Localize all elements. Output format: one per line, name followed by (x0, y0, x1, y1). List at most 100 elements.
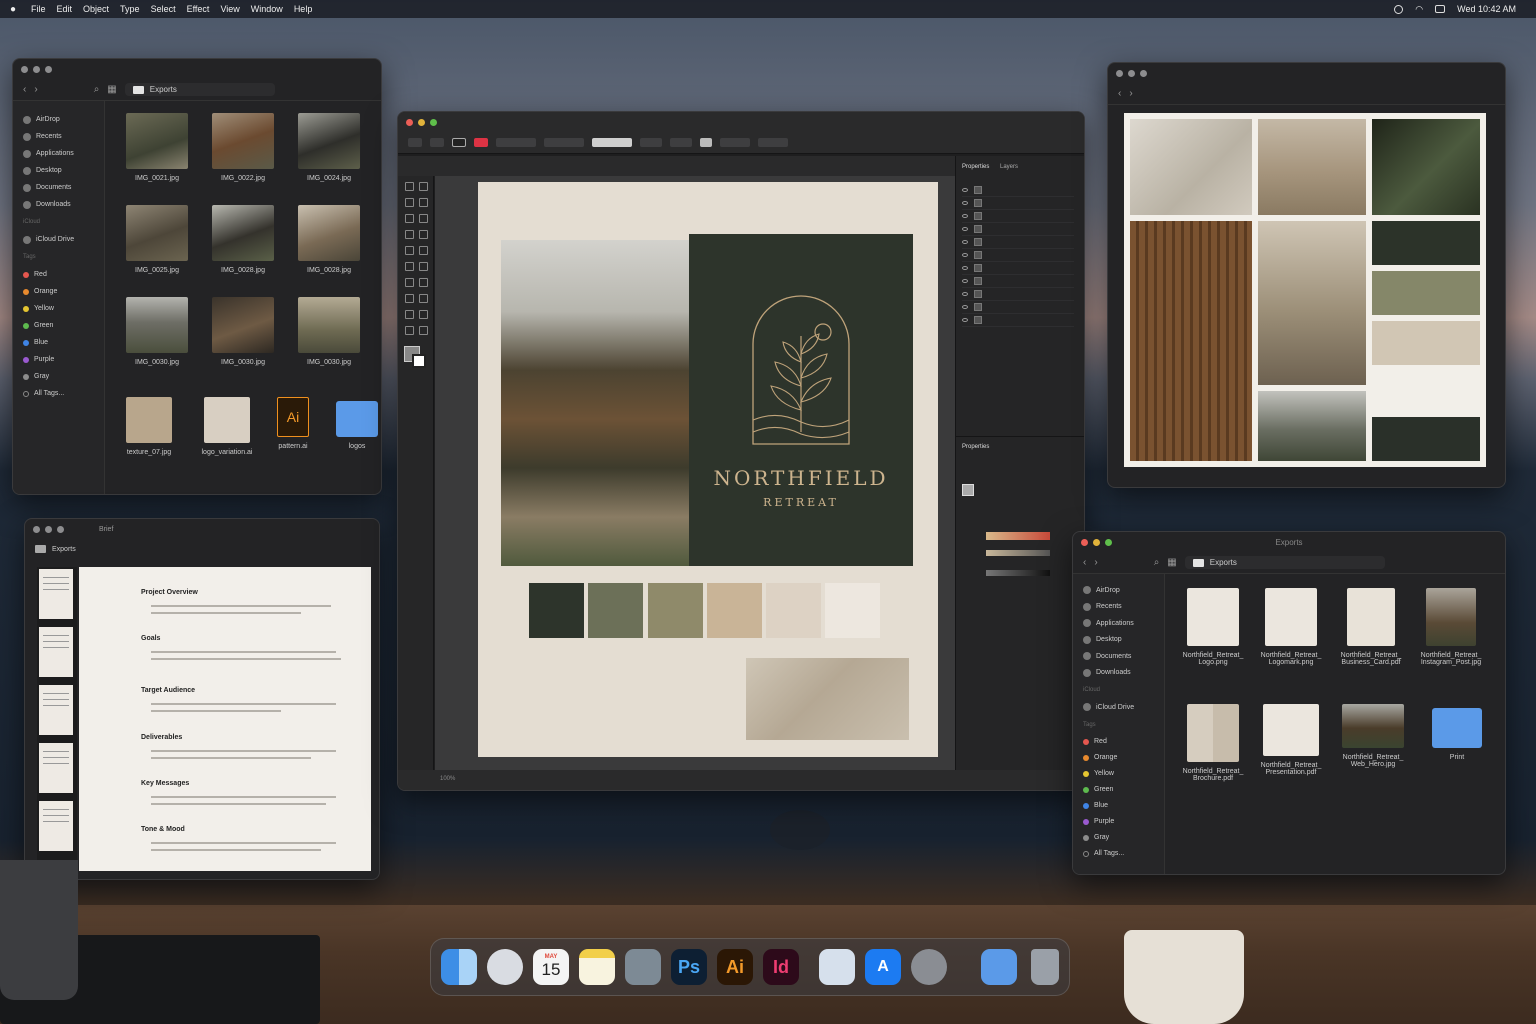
curvature-tool-icon[interactable] (419, 198, 428, 207)
tag-orange[interactable]: Orange (23, 283, 104, 300)
eyedropper-tool-icon[interactable] (419, 294, 428, 303)
pen-tool-icon[interactable] (405, 198, 414, 207)
sidebar-item-recents[interactable]: Recents (1083, 599, 1164, 616)
swatch[interactable] (766, 583, 821, 638)
file-item[interactable]: IMG_0030.jpg (203, 297, 283, 366)
layer-row[interactable] (962, 249, 1074, 262)
close-button[interactable] (1116, 69, 1123, 77)
file-item[interactable]: Northfield_Retreat_ Logomark.png (1251, 588, 1331, 666)
control-field[interactable] (720, 138, 750, 147)
line-tool-icon[interactable] (419, 214, 428, 223)
hand-tool-icon[interactable] (419, 326, 428, 335)
tag-red[interactable]: Red (23, 266, 104, 283)
tag-purple[interactable]: Purple (1083, 814, 1164, 830)
notes-dock-icon[interactable] (579, 949, 615, 985)
monstera-leaf-photo[interactable] (1372, 119, 1480, 215)
sidebar-item-airdrop[interactable]: AirDrop (23, 111, 104, 128)
back-icon[interactable]: ‹ (1083, 557, 1086, 568)
swatch[interactable] (529, 583, 584, 638)
file-item[interactable]: IMG_0028.jpg (203, 205, 283, 274)
file-item[interactable]: IMG_0030.jpg (117, 297, 197, 366)
layer-row[interactable] (962, 262, 1074, 275)
illustrator-dock-icon[interactable]: Ai (717, 949, 753, 985)
safari-dock-icon[interactable] (487, 949, 523, 985)
tag-all[interactable]: All Tags... (23, 385, 104, 402)
file-item[interactable]: IMG_0021.jpg (117, 113, 197, 182)
tag-purple[interactable]: Purple (23, 351, 104, 368)
tab-properties[interactable]: Properties (962, 164, 989, 170)
tag-gray[interactable]: Gray (23, 368, 104, 385)
sidebar-item-downloads[interactable]: Downloads (1083, 665, 1164, 682)
control-field[interactable] (640, 138, 662, 147)
stroke-swatch-icon[interactable] (412, 354, 426, 368)
apple-menu-icon[interactable]: ● (6, 4, 20, 15)
indesign-dock-icon[interactable]: Id (763, 949, 799, 985)
tag-all[interactable]: All Tags... (1083, 846, 1164, 862)
mood-swatch[interactable] (1372, 221, 1480, 265)
direct-selection-tool-icon[interactable] (419, 182, 428, 191)
file-item[interactable]: logo_variation.ai (187, 397, 267, 456)
doc-folder-label[interactable]: Exports (52, 546, 76, 553)
close-button[interactable] (406, 118, 413, 126)
sidebar-item-icloud[interactable]: iCloud Drive (1083, 699, 1164, 716)
blend-tool-icon[interactable] (405, 310, 414, 319)
vases-photo[interactable] (1258, 119, 1366, 215)
opacity-field[interactable] (670, 138, 692, 147)
zoom-button[interactable] (1140, 69, 1147, 77)
mood-swatch[interactable] (1372, 271, 1480, 315)
swatch[interactable] (707, 583, 762, 638)
file-item[interactable]: Northfield_Retreat_ Logo.png (1173, 588, 1253, 666)
swatch[interactable] (648, 583, 703, 638)
eraser-tool-icon[interactable] (419, 246, 428, 255)
texture-photo[interactable] (746, 658, 909, 740)
eye-icon[interactable] (962, 305, 968, 309)
minimize-button[interactable] (418, 118, 425, 126)
forward-icon[interactable]: › (1129, 88, 1132, 99)
minimize-button[interactable] (45, 525, 52, 533)
eye-icon[interactable] (962, 201, 968, 205)
control-field[interactable] (430, 138, 444, 147)
downloads-folder-dock-icon[interactable] (981, 949, 1017, 985)
file-item[interactable]: Northfield_Retreat_ Presentation.pdf (1251, 704, 1331, 776)
page-thumbnail[interactable] (39, 627, 73, 677)
sidebar-item-airdrop[interactable]: AirDrop (1083, 582, 1164, 599)
tag-orange[interactable]: Orange (1083, 750, 1164, 766)
path-field[interactable]: Exports (124, 83, 275, 96)
layer-row[interactable] (962, 314, 1074, 327)
forward-icon[interactable]: › (1094, 557, 1097, 568)
eye-icon[interactable] (962, 266, 968, 270)
brush-tool-icon[interactable] (419, 230, 428, 239)
wifi-icon[interactable]: ◠ (1415, 4, 1423, 15)
back-icon[interactable]: ‹ (1118, 88, 1121, 99)
eye-icon[interactable] (962, 214, 968, 218)
menu-type[interactable]: Type (120, 4, 140, 14)
minimize-button[interactable] (1128, 69, 1135, 77)
layer-row[interactable] (962, 184, 1074, 197)
file-item[interactable]: Northfield_Retreat_ Brochure.pdf (1173, 704, 1253, 782)
sidebar-item-icloud[interactable]: iCloud Drive (23, 231, 104, 248)
doc-tab-label[interactable]: Brief (99, 526, 113, 533)
photoshop-dock-icon[interactable]: Ps (671, 949, 707, 985)
sidebar-item-recents[interactable]: Recents (23, 128, 104, 145)
tag-gray[interactable]: Gray (1083, 830, 1164, 846)
sidebar-item-documents[interactable]: Documents (1083, 648, 1164, 665)
zoom-button[interactable] (45, 65, 52, 73)
cabin-photo[interactable] (501, 240, 691, 566)
black-slider[interactable] (986, 570, 1050, 576)
brand-panel[interactable]: NORTHFIELD RETREAT (689, 234, 913, 566)
tag-blue[interactable]: Blue (1083, 798, 1164, 814)
gray-slider[interactable] (986, 550, 1050, 556)
zoom-button[interactable] (430, 118, 437, 126)
swatch[interactable] (588, 583, 643, 638)
control-field[interactable] (452, 138, 466, 147)
width-tool-icon[interactable] (405, 278, 414, 287)
control-field[interactable] (408, 138, 422, 147)
type-tool-icon[interactable] (405, 214, 414, 223)
style-field[interactable] (592, 138, 632, 147)
gradient-tool-icon[interactable] (405, 294, 414, 303)
calendar-dock-icon[interactable]: MAY 15 (533, 949, 569, 985)
file-item[interactable]: Ai pattern.ai (263, 397, 323, 450)
sidebar-item-desktop[interactable]: Desktop (1083, 632, 1164, 649)
swatch[interactable] (825, 583, 880, 638)
menu-effect[interactable]: Effect (187, 4, 210, 14)
